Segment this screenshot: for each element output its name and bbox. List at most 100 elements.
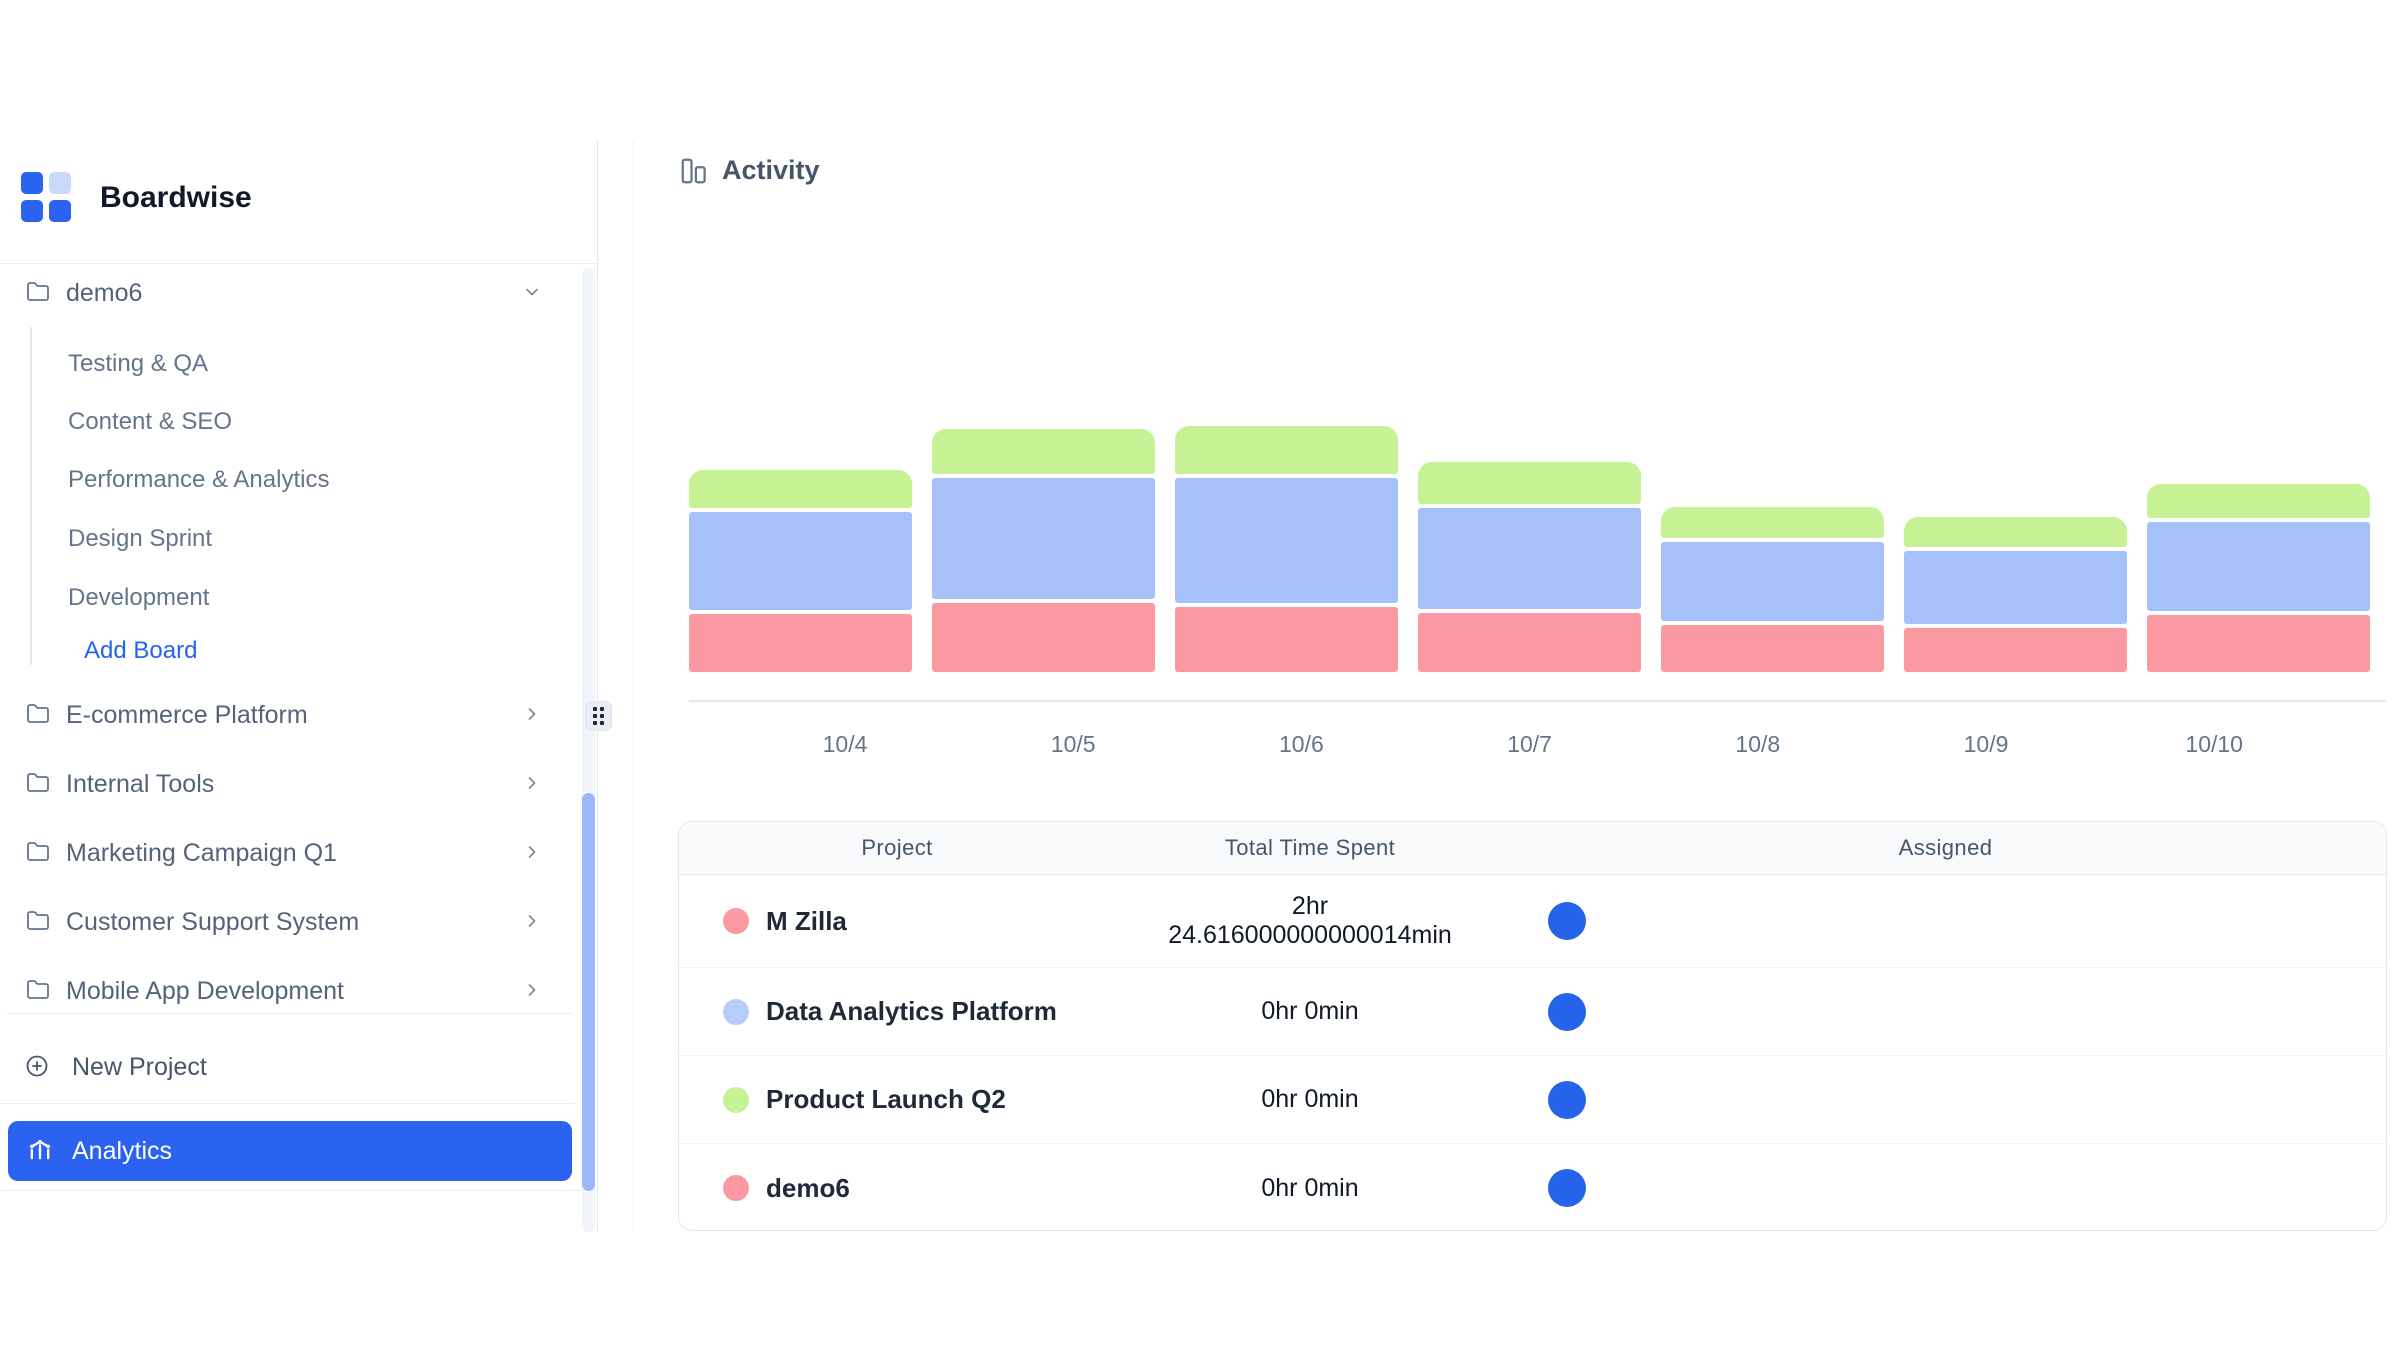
table-row: Data Analytics Platform0hr 0min [679, 968, 2386, 1056]
add-board-label: Add Board [84, 637, 197, 665]
time-cell: 0hr 0min [1115, 1085, 1505, 1114]
x-axis-label: 10/7 [1507, 731, 1552, 758]
sidebar-project-item[interactable]: Customer Support System [0, 899, 580, 943]
x-axis-labels: 10/410/510/610/710/810/910/10 [689, 731, 2389, 761]
x-axis-label: 10/5 [1051, 731, 1096, 758]
board-label: Content & SEO [68, 408, 232, 436]
project-color-dot [723, 1175, 749, 1201]
project-label: demo6 [66, 279, 142, 308]
assigned-cell [1505, 993, 2386, 1031]
assigned-avatar [1548, 1169, 1586, 1207]
divider [0, 1190, 597, 1191]
folder-icon [26, 978, 50, 1002]
column-header-project: Project [679, 835, 1115, 861]
time-line: 0hr 0min [1115, 1174, 1505, 1203]
sidebar-project-demo6[interactable]: demo6 [0, 270, 580, 314]
assigned-avatar [1548, 1081, 1586, 1119]
time-cell: 0hr 0min [1115, 1174, 1505, 1203]
chevron-right-icon [522, 911, 542, 931]
chart-bar-segment-product-launch-q2 [2147, 484, 2370, 518]
activity-chart [689, 400, 2389, 672]
chevron-down-icon [522, 282, 542, 302]
project-label: Customer Support System [66, 908, 359, 937]
chart-bar-segment-product-launch-q2 [1175, 426, 1398, 474]
chart-bar-segment-m-zilla [689, 614, 912, 672]
chart-bar-segment-m-zilla [2147, 615, 2370, 672]
chart-bar-segment-data-analytics-platform [1175, 478, 1398, 603]
table-row: Product Launch Q2 0hr 0min [679, 1056, 2386, 1144]
sidebar-resize-handle[interactable] [585, 701, 612, 731]
logo-square [21, 172, 43, 194]
chart-bar-segment-product-launch-q2 [1904, 517, 2127, 547]
sidebar-board-item[interactable]: Performance & Analytics [0, 456, 580, 500]
chevron-right-icon [522, 842, 542, 862]
sidebar-board-item[interactable]: Content & SEO [0, 398, 580, 442]
sidebar-project-item[interactable]: E-commerce Platform [0, 692, 580, 736]
assigned-cell [1505, 1169, 2386, 1207]
chart-bar [1661, 507, 1884, 672]
board-label: Development [68, 584, 209, 612]
sidebar-scrollbar-thumb[interactable] [582, 793, 595, 1191]
add-board-button[interactable]: Add Board [0, 629, 580, 671]
project-name: M Zilla [766, 906, 847, 937]
project-cell: M Zilla [679, 906, 1115, 937]
new-project-label: New Project [72, 1053, 207, 1082]
chart-bar [932, 429, 1155, 672]
project-label: Mobile App Development [66, 977, 344, 1006]
project-color-dot [723, 1087, 749, 1113]
app-root: Boardwise demo6 Testing & QAContent & SE… [0, 0, 2400, 1350]
chart-bar-segment-data-analytics-platform [1661, 542, 1884, 621]
chart-bar-segment-data-analytics-platform [932, 478, 1155, 599]
time-line: 0hr 0min [1115, 1085, 1505, 1114]
bar-chart-icon [679, 156, 709, 186]
board-label: Design Sprint [68, 525, 212, 553]
logo-square [21, 200, 43, 222]
board-label: Performance & Analytics [68, 466, 329, 494]
project-color-dot [723, 999, 749, 1025]
x-axis-label: 10/4 [823, 731, 868, 758]
project-name: Product Launch Q2 [766, 1084, 1006, 1115]
chart-bar-segment-data-analytics-platform [2147, 522, 2370, 611]
time-table-card: Project Total Time Spent Assigned M Zill… [678, 821, 2387, 1231]
chart-bar [2147, 484, 2370, 672]
divider [6, 1013, 572, 1014]
x-axis-label: 10/9 [1964, 731, 2009, 758]
table-row: M Zilla 2hr24.616000000000014min [679, 875, 2386, 968]
assigned-cell [1505, 1081, 2386, 1119]
project-label: Marketing Campaign Q1 [66, 839, 337, 868]
divider [0, 263, 597, 264]
new-project-button[interactable]: New Project [0, 1044, 580, 1088]
board-label: Testing & QA [68, 350, 208, 378]
chart-bar-segment-product-launch-q2 [932, 429, 1155, 474]
column-header-time: Total Time Spent [1115, 835, 1505, 861]
time-line: 24.616000000000014min [1115, 921, 1505, 950]
time-line: 2hr [1115, 892, 1505, 921]
analytics-label: Analytics [72, 1137, 172, 1166]
sidebar-board-item[interactable]: Testing & QA [0, 340, 580, 384]
chart-bar-segment-m-zilla [1904, 628, 2127, 672]
chart-bar [1418, 462, 1641, 672]
chevron-right-icon [522, 704, 542, 724]
chart-bar-segment-m-zilla [932, 603, 1155, 672]
table-row: demo60hr 0min [679, 1144, 2386, 1231]
chart-bar-segment-data-analytics-platform [689, 512, 912, 610]
sidebar-project-item[interactable]: Marketing Campaign Q1 [0, 830, 580, 874]
project-name: Data Analytics Platform [766, 996, 1057, 1027]
sidebar-project-item[interactable]: Internal Tools [0, 761, 580, 805]
section-title: Activity [722, 155, 820, 186]
sidebar-board-item[interactable]: Development [0, 574, 580, 618]
app-logo [21, 172, 71, 222]
sidebar-board-item[interactable]: Design Sprint [0, 515, 580, 559]
sidebar-project-item[interactable]: Mobile App Development [0, 968, 580, 1012]
analytics-chart-icon [26, 1136, 54, 1164]
x-axis-line [689, 700, 2386, 702]
project-cell: Product Launch Q2 [679, 1084, 1115, 1115]
sidebar-item-analytics[interactable]: Analytics [8, 1121, 572, 1181]
time-cell: 2hr24.616000000000014min [1115, 892, 1505, 950]
folder-icon [26, 702, 50, 726]
chart-bar-segment-product-launch-q2 [689, 470, 912, 508]
assigned-cell [1505, 902, 2386, 940]
folder-icon [26, 909, 50, 933]
sidebar-border [597, 140, 598, 1232]
folder-icon [26, 280, 50, 304]
